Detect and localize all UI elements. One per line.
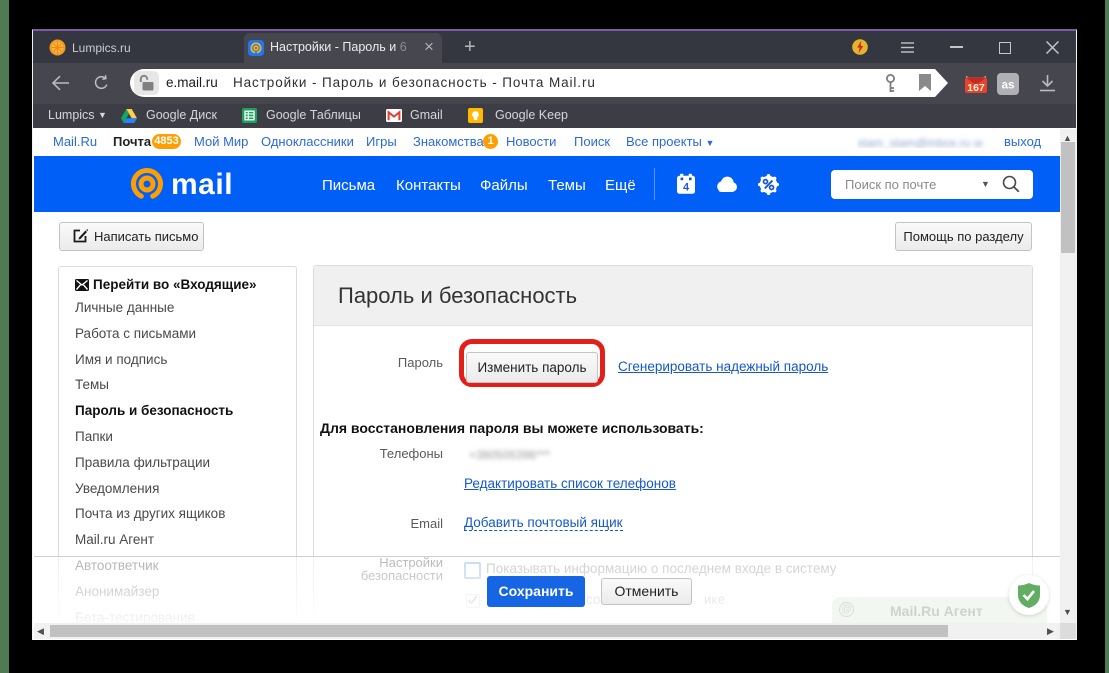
svg-text:4: 4 bbox=[683, 182, 690, 194]
svg-text:as: as bbox=[1002, 80, 1015, 92]
svg-text:167: 167 bbox=[967, 82, 985, 94]
